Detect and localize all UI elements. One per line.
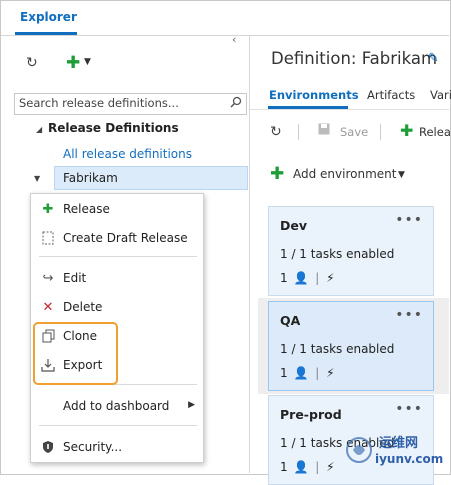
approver-count: 1	[280, 366, 288, 380]
tab-environments[interactable]: Environments	[269, 88, 359, 102]
person-icon: 👤	[293, 460, 309, 474]
menu-item-label: Edit	[63, 271, 87, 285]
draft-page-icon	[40, 231, 56, 249]
person-icon: 👤	[293, 366, 309, 380]
more-options-icon[interactable]: •••	[395, 401, 423, 417]
menu-item-delete[interactable]: ✕ Delete	[31, 297, 203, 319]
tasks-status: 1 / 1 tasks enabled	[280, 247, 395, 261]
delete-x-icon: ✕	[42, 300, 54, 315]
add-environment-button[interactable]: Add environment	[293, 167, 396, 181]
menu-item-label: Security...	[63, 440, 123, 454]
tree-item-all-release-definitions[interactable]: All release definitions	[63, 147, 192, 161]
plus-icon[interactable]: ✚	[270, 164, 284, 184]
more-options-icon[interactable]: •••	[395, 212, 423, 228]
save-button[interactable]: Save	[340, 125, 368, 139]
search-icon[interactable]	[230, 96, 242, 111]
plus-icon[interactable]: ✚	[400, 121, 413, 140]
tabs-divider	[250, 109, 449, 110]
environment-name: Dev	[280, 218, 308, 233]
refresh-icon[interactable]: ↻	[270, 124, 282, 140]
environment-name: QA	[280, 313, 301, 328]
search-box[interactable]	[14, 93, 247, 115]
menu-separator	[39, 256, 197, 257]
menu-item-label: Add to dashboard	[63, 399, 170, 413]
watermark-logo: 运维网 iyunv.com	[345, 428, 449, 472]
divider: |	[315, 366, 320, 380]
tree-expand-icon[interactable]: ◢	[36, 125, 42, 134]
tree-item-fabrikam[interactable]: Fabrikam	[54, 166, 248, 190]
menu-item-edit[interactable]: ↪ Edit	[31, 268, 203, 290]
environment-name: Pre-prod	[280, 407, 342, 422]
tab-explorer-underline	[15, 32, 77, 35]
submenu-arrow-icon: ▶	[188, 400, 195, 410]
more-options-icon[interactable]: •••	[395, 307, 423, 323]
tab-explorer[interactable]: Explorer	[20, 10, 77, 24]
page-title: Definition: Fabrikam	[271, 49, 438, 68]
clone-export-highlight	[33, 322, 118, 385]
chevron-down-icon[interactable]: ▼	[84, 57, 91, 67]
tasks-status: 1 / 1 tasks enabled	[280, 342, 395, 356]
menu-item-add-to-dashboard[interactable]: Add to dashboard ▶	[31, 396, 203, 418]
save-icon	[318, 123, 330, 138]
menu-separator	[39, 425, 197, 426]
divider: |	[315, 271, 320, 285]
deploy-lightning-icon: ⚡	[326, 271, 335, 285]
approver-count: 1	[280, 460, 288, 474]
top-tab-bar: Explorer	[1, 1, 449, 36]
plus-icon: ✚	[42, 202, 54, 217]
menu-item-create-draft-release[interactable]: Create Draft Release	[31, 228, 203, 250]
toolbar-separator	[380, 124, 381, 140]
divider: |	[315, 460, 320, 474]
tab-artifacts[interactable]: Artifacts	[367, 88, 415, 102]
pane-splitter[interactable]	[249, 35, 250, 473]
refresh-icon[interactable]: ↻	[26, 55, 38, 71]
deploy-lightning-icon: ⚡	[326, 366, 335, 380]
search-input[interactable]	[15, 94, 219, 112]
menu-item-label: Release	[63, 202, 110, 216]
edit-arrow-icon: ↪	[42, 271, 54, 286]
approver-count: 1	[280, 271, 288, 285]
toolbar-separator	[298, 124, 299, 140]
tree-item-label: Fabrikam	[63, 171, 118, 185]
shield-icon	[40, 440, 56, 458]
pencil-icon[interactable]: ✎	[428, 51, 439, 66]
watermark-site: iyunv.com	[375, 452, 444, 466]
collapse-pane-icon[interactable]: ‹	[232, 33, 236, 46]
tree-item-caret-icon[interactable]: ▼	[34, 174, 40, 183]
tree-root-release-definitions[interactable]: Release Definitions	[48, 121, 179, 135]
deploy-lightning-icon: ⚡	[326, 460, 335, 474]
menu-item-label: Delete	[63, 300, 103, 314]
add-definition-button[interactable]: ✚	[66, 53, 80, 73]
chevron-down-icon[interactable]: ▼	[398, 170, 405, 180]
menu-item-release[interactable]: ✚ Release	[31, 199, 203, 221]
environment-card-dev[interactable]: Dev ••• 1 / 1 tasks enabled 1 👤 | ⚡	[268, 206, 434, 296]
tab-variables[interactable]: Vari	[430, 88, 451, 102]
person-icon: 👤	[293, 271, 309, 285]
menu-item-security[interactable]: Security...	[31, 437, 203, 459]
menu-item-label: Create Draft Release	[63, 231, 188, 245]
watermark-brand: 运维网	[379, 436, 419, 451]
release-button[interactable]: Releas	[419, 125, 451, 139]
environment-card-qa[interactable]: QA ••• 1 / 1 tasks enabled 1 👤 | ⚡	[268, 301, 434, 391]
